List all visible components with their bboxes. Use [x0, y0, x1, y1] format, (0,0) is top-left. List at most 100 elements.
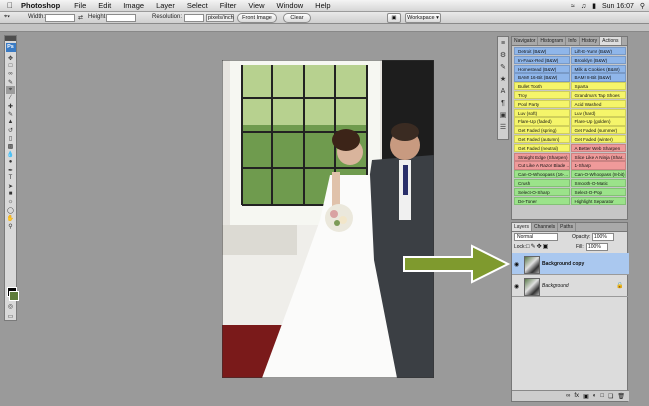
action-button[interactable]: Luv (hard) [570, 108, 626, 117]
action-button[interactable]: Smooth-O-Matic [570, 178, 626, 188]
action-button[interactable]: Can-O-Whoopass (16-... [514, 170, 570, 179]
menu-photoshop[interactable]: Photoshop [21, 0, 60, 12]
action-button[interactable]: Cut Like A Razor Blade ... [514, 161, 570, 170]
tab-navigator[interactable]: Navigator [512, 37, 539, 45]
action-button[interactable]: Bullet Tooth [514, 82, 570, 91]
action-button[interactable]: A Better Web Sharpen [570, 143, 626, 153]
apple-icon[interactable]:  [7, 1, 17, 10]
styles-icon[interactable]: ▣ [498, 109, 508, 121]
marquee-tool-icon[interactable]: □ [6, 62, 15, 70]
visibility-eye-icon[interactable]: ◉ [514, 261, 519, 268]
3d-orbit-tool-icon[interactable]: ◯ [6, 206, 15, 214]
action-button[interactable]: Pool Party [514, 99, 570, 109]
new-layer-icon[interactable]: ❏ [608, 393, 613, 400]
paragraph-icon[interactable]: ¶ [498, 97, 508, 109]
menu-image[interactable]: Image [123, 0, 144, 12]
action-button[interactable]: Milk & Cookies (B&W) [570, 64, 626, 73]
height-field[interactable] [106, 14, 136, 22]
battery-icon[interactable]: ▮ [592, 2, 596, 10]
tab-layers[interactable]: Layers [512, 223, 533, 231]
layer-row-background[interactable]: ◉ Background 🔒 [512, 275, 629, 297]
workspace-button[interactable]: Workspace ▾ [405, 13, 441, 23]
gradient-tool-icon[interactable]: ▩ [6, 142, 15, 150]
action-button[interactable]: Straight Edge (Sharpen) [514, 152, 570, 161]
action-button[interactable]: De-Toner [514, 196, 570, 205]
tool-presets-icon[interactable]: ⚙ [498, 49, 508, 61]
move-tool-icon[interactable]: ✥ [6, 54, 15, 62]
healing-tool-icon[interactable]: ✚ [6, 102, 15, 110]
action-button[interactable]: Get Faded (summer) [570, 126, 626, 135]
eraser-tool-icon[interactable]: ▯ [6, 134, 15, 142]
tab-channels[interactable]: Channels [532, 223, 559, 231]
units-select[interactable]: pixels/inch [206, 14, 234, 22]
menu-layer[interactable]: Layer [156, 0, 175, 12]
clock[interactable]: Sun 16:07 [602, 3, 634, 10]
zoom-tool-icon[interactable]: ⚲ [6, 222, 15, 230]
action-button[interactable]: Detroit (B&W) [514, 47, 570, 56]
crop-tool-icon[interactable]: ⌖ [6, 86, 15, 94]
pen-tool-icon[interactable]: ✒ [6, 166, 15, 174]
action-button[interactable]: Get Faded (winter) [570, 134, 626, 144]
blur-tool-icon[interactable]: 💧 [6, 150, 15, 158]
action-button[interactable]: BAM! 16-Bit (B&W) [514, 73, 570, 82]
action-button[interactable]: Grandma's Tap Shoes [570, 90, 626, 100]
opacity-field[interactable]: 100% [592, 233, 614, 241]
adjustment-layer-icon[interactable]: ◐ [593, 393, 597, 399]
swap-icon[interactable]: ⇄ [78, 14, 83, 21]
fill-field[interactable]: 100% [586, 243, 608, 251]
notes-icon[interactable]: ☰ [498, 121, 508, 133]
path-select-tool-icon[interactable]: ➤ [6, 182, 15, 190]
shape-tool-icon[interactable]: ■ [6, 190, 15, 198]
resolution-field[interactable] [184, 14, 204, 22]
action-button[interactable]: Highlight Separator [570, 196, 626, 205]
eyedropper-tool-icon[interactable]: ⁄ [6, 94, 15, 102]
background-color-swatch[interactable] [9, 291, 19, 301]
action-button[interactable]: Crush [514, 178, 570, 188]
menu-view[interactable]: View [248, 0, 264, 12]
tab-info[interactable]: Info [566, 37, 580, 45]
screen-mode-icon[interactable]: ▭ [6, 312, 15, 320]
tab-paths[interactable]: Paths [558, 223, 576, 231]
front-image-button[interactable]: Front Image [237, 13, 277, 23]
history-brush-icon[interactable]: ↺ [6, 126, 15, 134]
action-button[interactable]: BAM! 8-Bit (B&W) [570, 73, 626, 82]
menu-file[interactable]: File [74, 0, 86, 12]
action-button[interactable]: Select-O-Pop [570, 187, 626, 197]
clear-button[interactable]: Clear [283, 13, 311, 23]
action-button[interactable]: Troy [514, 90, 570, 100]
spotlight-icon[interactable]: ⚲ [640, 2, 645, 10]
action-button[interactable]: 1-Sharp [570, 161, 626, 170]
action-button[interactable]: Luv (soft) [514, 108, 570, 117]
tab-actions[interactable]: Actions [600, 37, 622, 45]
action-button[interactable]: Sparta [570, 82, 626, 91]
menu-help[interactable]: Help [315, 0, 330, 12]
3d-rotate-tool-icon[interactable]: ☼ [6, 198, 15, 206]
action-button[interactable]: Homestead (B&W) [514, 64, 570, 73]
action-button[interactable]: In-Faux-Red (B&W) [514, 55, 570, 65]
action-button[interactable]: Get Faded (autumn) [514, 134, 570, 144]
brushes-icon[interactable]: ✎ [498, 61, 508, 73]
dodge-tool-icon[interactable]: ● [6, 158, 15, 166]
layer-style-icon[interactable]: fx [574, 393, 579, 399]
action-button[interactable]: Get Faded (neutral) [514, 143, 570, 153]
menu-window[interactable]: Window [276, 0, 303, 12]
action-button[interactable]: Lift-E-Yum! (B&W) [570, 47, 626, 56]
quick-select-tool-icon[interactable]: ✎ [6, 78, 15, 86]
action-button[interactable]: Can-O-Whoopass (8-bit) [570, 170, 626, 179]
action-button[interactable]: Brooklyn (B&W) [570, 55, 626, 65]
link-layers-icon[interactable]: ∞ [566, 393, 570, 399]
quick-mask-icon[interactable]: ◎ [6, 302, 15, 310]
visibility-eye-icon[interactable]: ◉ [514, 283, 519, 290]
clone-source-icon[interactable]: ★ [498, 73, 508, 85]
crop-tool-icon[interactable]: ⌖▾ [4, 14, 10, 21]
action-button[interactable]: Flare-Up (golden) [570, 117, 626, 126]
menu-filter[interactable]: Filter [220, 0, 237, 12]
delete-layer-icon[interactable]: 🗑 [617, 393, 625, 400]
tab-histogram[interactable]: Histogram [538, 37, 567, 45]
stamp-tool-icon[interactable]: ▲ [6, 118, 15, 126]
brush-tool-icon[interactable]: ✎ [6, 110, 15, 118]
new-group-icon[interactable]: □ [600, 393, 604, 399]
lasso-tool-icon[interactable]: ∞ [6, 70, 15, 78]
width-field[interactable] [45, 14, 75, 22]
volume-icon[interactable]: ♫ [581, 3, 586, 10]
